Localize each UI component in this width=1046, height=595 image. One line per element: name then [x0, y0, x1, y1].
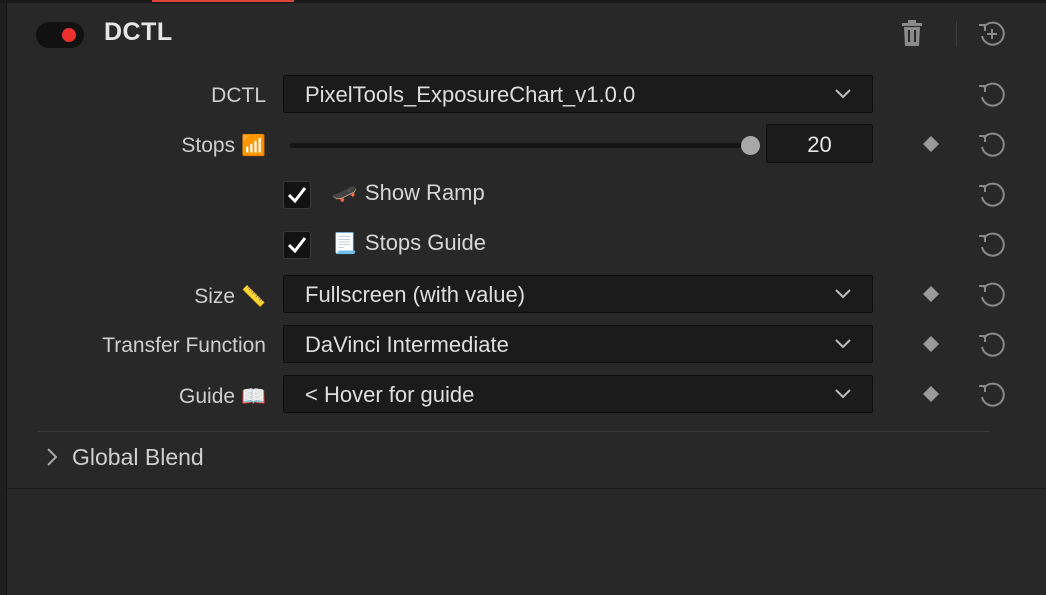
guide-label: Guide 📖	[179, 385, 266, 408]
dctl-label: DCTL	[211, 84, 266, 107]
chevron-right-icon[interactable]	[46, 447, 58, 472]
signal-bars-icon: 📶	[241, 135, 266, 157]
skateboard-icon: 🛹	[332, 183, 357, 205]
section-divider	[38, 431, 990, 432]
chevron-down-icon	[834, 287, 852, 305]
guide-dropdown-value: < Hover for guide	[305, 382, 475, 407]
stops-value-input[interactable]: 20	[766, 124, 873, 163]
checkmark-icon	[287, 237, 307, 254]
size-label: Size 📏	[194, 285, 266, 308]
stops-guide-label: 📃 Stops Guide	[332, 230, 486, 255]
trash-icon[interactable]	[902, 20, 922, 51]
node-enable-toggle[interactable]	[36, 22, 84, 48]
chevron-down-icon	[834, 87, 852, 105]
reset-icon[interactable]	[977, 80, 1007, 115]
panel-bottom-divider	[6, 488, 1046, 489]
show-ramp-checkbox[interactable]	[283, 181, 311, 209]
reset-icon[interactable]	[977, 380, 1007, 415]
dctl-dropdown-value: PixelTools_ExposureChart_v1.0.0	[305, 82, 636, 107]
stops-slider-handle[interactable]	[741, 136, 760, 155]
transfer-function-value: DaVinci Intermediate	[305, 332, 509, 357]
panel-title: DCTL	[104, 18, 173, 46]
chevron-down-icon	[834, 337, 852, 355]
keyframe-diamond-icon[interactable]	[922, 385, 940, 408]
stops-guide-checkbox[interactable]	[283, 231, 311, 259]
reset-icon[interactable]	[977, 330, 1007, 365]
reset-icon[interactable]	[977, 230, 1007, 265]
open-book-icon: 📖	[241, 386, 266, 408]
show-ramp-label: 🛹 Show Ramp	[332, 180, 485, 205]
checkmark-icon	[287, 187, 307, 204]
dctl-dropdown[interactable]: PixelTools_ExposureChart_v1.0.0	[283, 75, 873, 113]
ruler-icon: 📏	[241, 286, 266, 308]
transfer-function-dropdown[interactable]: DaVinci Intermediate	[283, 325, 873, 363]
size-dropdown-value: Fullscreen (with value)	[305, 282, 526, 307]
guide-dropdown[interactable]: < Hover for guide	[283, 375, 873, 413]
global-blend-section[interactable]: Global Blend	[72, 444, 204, 471]
reset-icon[interactable]	[977, 130, 1007, 165]
keyframe-diamond-icon[interactable]	[922, 335, 940, 358]
header-separator	[956, 21, 957, 47]
enable-indicator-dot	[62, 28, 76, 42]
keyframe-diamond-icon[interactable]	[922, 135, 940, 158]
reset-icon[interactable]	[977, 180, 1007, 215]
reset-icon[interactable]	[977, 280, 1007, 315]
stops-label: Stops 📶	[181, 134, 266, 157]
reset-add-icon[interactable]	[977, 19, 1007, 54]
transfer-function-label: Transfer Function	[102, 334, 266, 357]
keyframe-diamond-icon[interactable]	[922, 285, 940, 308]
page-curl-icon: 📃	[332, 233, 357, 255]
size-dropdown[interactable]: Fullscreen (with value)	[283, 275, 873, 313]
chevron-down-icon	[834, 387, 852, 405]
stops-slider-track[interactable]	[290, 143, 750, 148]
